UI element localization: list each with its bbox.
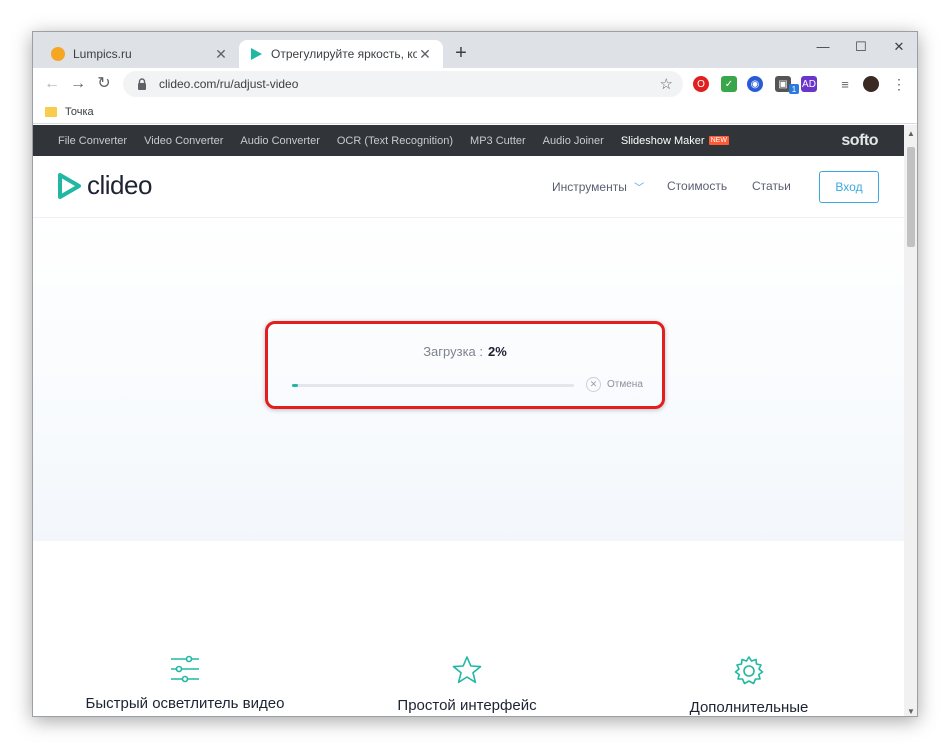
page-scrollbar[interactable]: ▲ ▼ [904, 125, 917, 716]
globe-extension-icon[interactable]: ◉ [747, 76, 763, 92]
topbar-link[interactable]: Audio Converter [240, 135, 320, 147]
tab-clideo[interactable]: Отрегулируйте яркость, контра ✕ [239, 40, 443, 68]
scrollbar-thumb[interactable] [907, 147, 915, 247]
maximize-button[interactable]: ☐ [841, 36, 881, 60]
lumpics-favicon-icon [51, 47, 65, 61]
upload-status: Загрузка : 2% [268, 344, 662, 359]
feature-item: Быстрый осветлитель видео [65, 655, 305, 712]
feature-text: Дополнительные [689, 699, 809, 716]
new-tab-button[interactable]: + [449, 42, 473, 66]
cancel-label: Отмена [607, 379, 643, 390]
lock-icon [138, 78, 146, 90]
tab-title: Отрегулируйте яркость, контра [271, 47, 417, 61]
softo-topbar: File Converter Video Converter Audio Con… [33, 125, 904, 156]
address-bar[interactable]: clideo.com/ru/adjust-video ☆ [123, 71, 683, 97]
clideo-play-icon [58, 172, 81, 199]
topbar-link[interactable]: Video Converter [144, 135, 223, 147]
folder-icon [45, 106, 57, 117]
new-badge: NEW [708, 136, 729, 146]
avatar[interactable] [863, 76, 879, 92]
url-text: clideo.com/ru/adjust-video [159, 77, 299, 91]
minimize-button[interactable]: — [803, 36, 843, 60]
scroll-up-icon[interactable]: ▲ [907, 129, 915, 138]
progress-fill [292, 384, 298, 387]
ad-extension-icon[interactable]: AD [801, 76, 817, 92]
page-content: File Converter Video Converter Audio Con… [33, 125, 904, 716]
feature-text: Быстрый осветлитель видео [85, 695, 285, 712]
login-button[interactable]: Вход [819, 171, 879, 203]
close-tab-icon[interactable]: ✕ [417, 46, 433, 63]
menu-dots-icon[interactable]: ⋮ [891, 76, 907, 92]
browser-window: Lumpics.ru ✕ Отрегулируйте яркость, конт… [32, 31, 918, 717]
back-button[interactable]: ← [41, 73, 63, 95]
upload-progress-panel: Загрузка : 2% ✕ Отмена [265, 321, 665, 409]
logo-text: clideo [87, 170, 152, 200]
softo-logo[interactable]: softo [841, 132, 878, 150]
topbar-link-label: Slideshow Maker [620, 134, 705, 147]
topbar-link[interactable]: File Converter [58, 135, 127, 147]
opera-extension-icon[interactable]: O [693, 76, 709, 92]
forward-button[interactable]: → [67, 73, 89, 95]
upload-label: Загрузка : [423, 344, 483, 359]
chevron-down-icon: ﹀ [634, 183, 645, 194]
window-close-button[interactable]: ✕ [879, 36, 917, 60]
cancel-button[interactable]: ✕ Отмена [586, 377, 643, 392]
close-tab-icon[interactable]: ✕ [213, 46, 229, 63]
playlist-icon[interactable]: ≡ [837, 76, 853, 92]
bookmark-star-icon[interactable]: ☆ [660, 75, 673, 93]
topbar-link[interactable]: OCR (Text Recognition) [337, 135, 453, 147]
nav-tools[interactable]: Инструменты ﹀ [552, 179, 644, 194]
gear-icon [734, 656, 764, 685]
reload-button[interactable]: ↻ [93, 73, 115, 95]
close-icon: ✕ [586, 377, 601, 392]
topbar-link-slideshow[interactable]: Slideshow Maker NEW [621, 135, 729, 147]
nav-pricing[interactable]: Стоимость [667, 179, 727, 193]
clideo-favicon-icon [251, 48, 262, 60]
site-header: clideo Инструменты ﹀ Стоимость Статьи Вх… [33, 156, 904, 218]
nav-articles[interactable]: Статьи [752, 179, 791, 193]
upload-percent: 2% [488, 344, 507, 359]
feature-text: Простой интерфейс [397, 697, 537, 714]
scroll-down-icon[interactable]: ▼ [907, 707, 915, 716]
browser-toolbar: ← → ↻ clideo.com/ru/adjust-video ☆ O ✓ ◉… [33, 68, 917, 100]
bookmarks-bar: Точка [33, 100, 917, 124]
feature-item: Дополнительные [629, 655, 869, 716]
topbar-link[interactable]: Audio Joiner [543, 135, 604, 147]
star-icon [452, 656, 482, 684]
bookmark-item[interactable]: Точка [65, 106, 94, 118]
feature-item: Простой интерфейс [347, 655, 587, 714]
clideo-logo[interactable]: clideo [57, 170, 152, 201]
tab-lumpics[interactable]: Lumpics.ru ✕ [41, 40, 239, 68]
tab-strip: Lumpics.ru ✕ Отрегулируйте яркость, конт… [33, 32, 917, 68]
tab-title: Lumpics.ru [73, 47, 132, 61]
topbar-link[interactable]: MP3 Cutter [470, 135, 526, 147]
nav-tools-label: Инструменты [552, 180, 627, 194]
check-extension-icon[interactable]: ✓ [721, 76, 737, 92]
sliders-icon [171, 655, 199, 683]
extension-badge: 1 [789, 84, 799, 94]
progress-bar [292, 384, 574, 387]
